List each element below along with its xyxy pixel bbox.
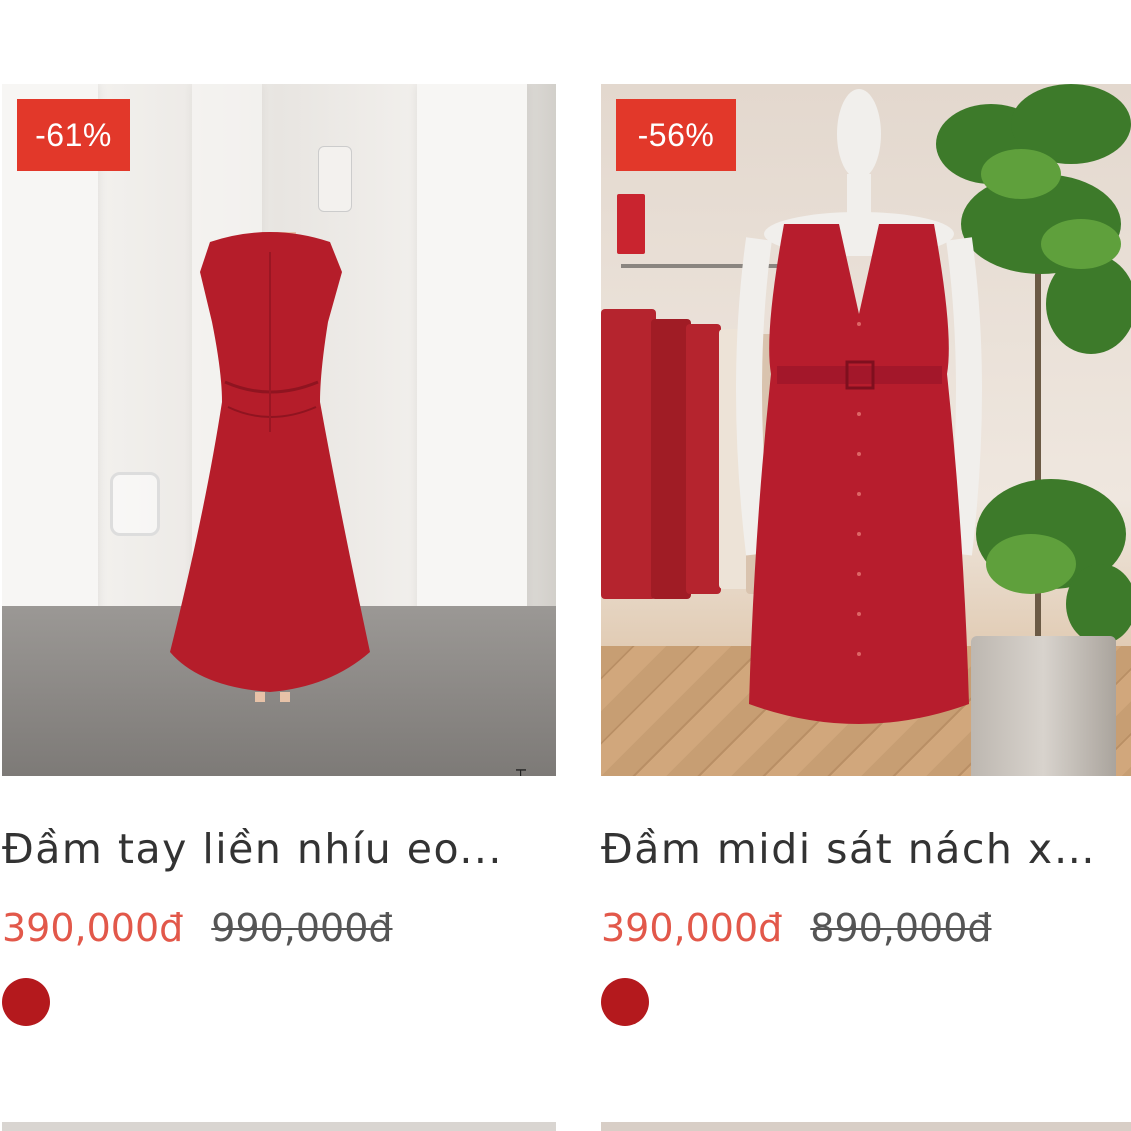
handbag: [110, 472, 160, 536]
image-watermark: MIX&MATCH: [513, 766, 530, 776]
product-title[interactable]: Đầm tay liền nhíu eo...: [2, 824, 507, 874]
phone: [318, 146, 352, 212]
product-image[interactable]: -61% MIX&MATCH: [2, 84, 556, 776]
product-grid: -61% MIX&MATCH Đầm tay liền nhíu eo... 3…: [0, 0, 1131, 1131]
price-row: 390,000đ 990,000đ: [2, 906, 556, 952]
rack-dress: [686, 324, 721, 594]
product-card[interactable]: -61% MIX&MATCH Đầm tay liền nhíu eo... 3…: [2, 84, 556, 1026]
sale-price: 390,000đ: [2, 906, 184, 950]
rack-dress: [651, 319, 691, 599]
product-image[interactable]: -56%: [601, 84, 1131, 776]
discount-badge: -56%: [616, 99, 736, 171]
original-price: 890,000đ: [810, 906, 992, 950]
next-product-image[interactable]: [601, 1122, 1131, 1131]
rack-dress: [601, 309, 656, 599]
sign-card: [617, 194, 645, 254]
sale-price: 390,000đ: [601, 906, 783, 950]
original-price: 990,000đ: [211, 906, 393, 950]
product-card[interactable]: -56% Đầm midi sát nách xẻ... 390,000đ 89…: [601, 84, 1131, 1026]
product-title[interactable]: Đầm midi sát nách xẻ...: [601, 824, 1106, 874]
color-swatch-red[interactable]: [2, 978, 50, 1026]
next-product-image[interactable]: [2, 1122, 556, 1131]
price-row: 390,000đ 890,000đ: [601, 906, 1131, 952]
model-in-red-dress: [170, 138, 370, 702]
color-swatch-red[interactable]: [601, 978, 649, 1026]
discount-badge: -61%: [17, 99, 130, 171]
mannequin-in-red-dress: [719, 84, 999, 776]
